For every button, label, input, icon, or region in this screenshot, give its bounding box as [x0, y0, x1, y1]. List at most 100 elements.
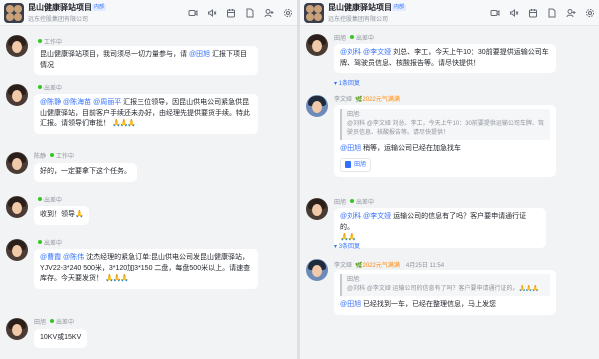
message-meta: 李文娅 🌿2022元气满满 4月25日 11:54 [334, 260, 444, 269]
clap-emoji: 🙏🙏 [340, 234, 356, 241]
add-member-icon[interactable] [263, 7, 274, 18]
message-bubble[interactable]: @陈静 @陈海苗 @周丽平 汇报三位领导，因昆山供电公司紧急供昆山健康驿站，目前… [34, 94, 258, 134]
message-bubble[interactable]: 田旭: @刘科 @李文娅 刘总、李工，今天上午10：30前要提供运输公司车牌、驾驶… [334, 105, 556, 177]
header-toolbar [489, 7, 595, 18]
clap-emoji: 🙏🙏🙏 [111, 120, 136, 127]
avatar[interactable] [6, 196, 28, 218]
calendar-icon[interactable] [527, 7, 538, 18]
message-text: 昆山健康驿站项目，我司须尽一切力量参与，请 [40, 51, 189, 58]
group-avatar[interactable] [4, 3, 24, 23]
document-icon[interactable] [244, 7, 255, 18]
quote-text: @刘科 @李文娅 刘总、李工，今天上午10：30前要提供运输公司车牌、驾驶员信息… [347, 121, 544, 136]
chat-pane-left[interactable]: 昆山健康驿站项目 内部 远东控股集团有限公司 工作中 昆山健康驿站项目，我司须尽… [0, 0, 297, 359]
thread-replies-link[interactable]: ▾ 1条回复 [334, 78, 360, 87]
chat-header: 昆山健康驿站项目 内部 远东控股集团有限公司 [0, 0, 297, 26]
video-icon[interactable] [489, 7, 500, 18]
add-member-icon[interactable] [565, 7, 576, 18]
avatar[interactable] [6, 152, 28, 174]
avatar[interactable] [306, 95, 328, 117]
mention[interactable]: @刘科 @李文娅 [340, 213, 391, 220]
user-status: 出差中 [44, 198, 63, 204]
mention[interactable]: @田旭 [340, 145, 361, 152]
avatar[interactable] [6, 35, 28, 57]
clap-emoji: 🙏🙏🙏 [104, 275, 129, 282]
thread-count: 3条回复 [338, 244, 361, 250]
group-org: 远东控股集团有限公司 [28, 17, 89, 23]
message-meta: 出差中 [34, 83, 62, 92]
chat-header: 昆山健康驿站项目 内部 远东控股集团有限公司 [300, 0, 599, 26]
message-meta: 陈静 工作中 [34, 151, 74, 160]
sender-name[interactable]: 田旭 [34, 320, 46, 326]
message-text: 好的，一定要拿下这个任务。 [40, 168, 131, 175]
message-meta: 田旭 出差中 [334, 33, 374, 42]
message-bubble[interactable]: 10KV或15KV [34, 329, 88, 348]
avatar[interactable] [6, 318, 28, 340]
settings-icon[interactable] [282, 7, 293, 18]
message-meta: 出差中 [34, 238, 62, 247]
thread-replies-link[interactable]: ▾ 3条回复 [334, 241, 360, 250]
avatar[interactable] [306, 259, 328, 281]
avatar[interactable] [306, 198, 328, 220]
sender-name[interactable]: 李文娅 [334, 97, 352, 103]
header-toolbar [187, 7, 293, 18]
mention[interactable]: @田旭 [189, 51, 210, 58]
group-title[interactable]: 昆山健康驿站项目 [28, 2, 92, 13]
quote-text: @刘科 @李文娅 运输公司的信息有了吗？客户要申请通行证的。 [347, 286, 519, 292]
mention[interactable]: @田旭 [340, 301, 361, 308]
thread-count: 1条回复 [338, 81, 361, 87]
user-status: 出差中 [356, 36, 375, 42]
quote-sender: 田旭: [347, 112, 361, 118]
message-bubble[interactable]: @曹霞 @陈伟 沈杰经理的紧急订单:昆山供电公司发昆山健康驿站，YJV22-3*… [34, 249, 258, 289]
internal-tag: 内部 [392, 4, 407, 11]
calendar-icon[interactable] [225, 7, 236, 18]
message-meta: 工作中 [34, 37, 62, 46]
screen: 昆山健康驿站项目 内部 远东控股集团有限公司 工作中 昆山健康驿站项目，我司须尽… [0, 0, 599, 359]
internal-tag: 内部 [92, 4, 107, 11]
mention[interactable]: @曹霞 @陈伟 [40, 254, 84, 261]
avatar[interactable] [6, 239, 28, 261]
sender-name[interactable]: 李文娅 [334, 263, 352, 269]
status-badge: 🌿2022元气满满 [355, 97, 400, 103]
message-bubble[interactable]: 收到！领导🙏 [34, 206, 89, 225]
user-status: 出差中 [44, 241, 63, 247]
timestamp: 4月25日 11:54 [405, 263, 445, 269]
quoted-message[interactable]: 田旭: @刘科 @李文娅 运输公司的信息有了吗？客户要申请通行证的。🙏🙏🙏 [340, 274, 550, 296]
message-text: 稍等，运输公司已经在加急找车 [361, 145, 462, 152]
sender-name[interactable]: 陈静 [34, 154, 46, 160]
message-bubble[interactable]: @刘科 @李文娅 刘总、李工，今天上午10：30前要提供运输公司车牌、驾驶员信息… [334, 44, 556, 73]
quoted-message[interactable]: 田旭: @刘科 @李文娅 刘总、李工，今天上午10：30前要提供运输公司车牌、驾驶… [340, 109, 550, 140]
group-avatar[interactable] [304, 3, 324, 23]
clap-emoji: 🙏 [75, 211, 84, 218]
status-badge: 🌿2022元气满满 [355, 263, 400, 269]
quote-sender: 田旭: [347, 277, 361, 283]
message-bubble[interactable]: 昆山健康驿站项目，我司须尽一切力量参与，请 @田旭 汇报下项目情况 [34, 46, 258, 75]
doc-link[interactable]: 田旭 [340, 157, 372, 172]
message-meta: 出差中 [34, 195, 62, 204]
sender-name[interactable]: 田旭 [334, 200, 346, 206]
avatar[interactable] [306, 34, 328, 56]
message-meta: 李文娅 🌿2022元气满满 [334, 94, 400, 103]
message-text: 收到！领导 [40, 211, 75, 218]
mute-icon[interactable] [508, 7, 519, 18]
user-status: 出差中 [56, 320, 75, 326]
message-text: 已经找到一车，已经在整理信息，马上发您 [361, 301, 497, 308]
settings-icon[interactable] [584, 7, 595, 18]
chat-pane-right[interactable]: 昆山健康驿站项目 内部 远东控股集团有限公司 田旭 出差中 @刘科 @李文娅 刘总… [300, 0, 599, 359]
mention[interactable]: @刘科 @李文娅 [340, 49, 391, 56]
message-bubble[interactable]: @刘科 @李文娅 运输公司的信息有了吗？客户要申请通行证的。 🙏🙏 [334, 208, 546, 248]
user-status: 工作中 [56, 154, 75, 160]
document-icon[interactable] [546, 7, 557, 18]
user-status: 出差中 [44, 86, 63, 92]
avatar[interactable] [6, 84, 28, 106]
video-icon[interactable] [187, 7, 198, 18]
group-title[interactable]: 昆山健康驿站项目 [328, 2, 392, 13]
message-meta: 田旭 出差中 [34, 317, 74, 326]
mention[interactable]: @陈静 @陈海苗 @周丽平 [40, 99, 121, 106]
group-org: 远东控股集团有限公司 [328, 17, 389, 23]
file-icon [345, 161, 351, 169]
message-bubble[interactable]: 田旭: @刘科 @李文娅 运输公司的信息有了吗？客户要申请通行证的。🙏🙏🙏 @田旭… [334, 270, 556, 315]
mute-icon[interactable] [206, 7, 217, 18]
message-bubble[interactable]: 好的，一定要拿下这个任务。 [34, 163, 137, 182]
sender-name[interactable]: 田旭 [334, 36, 346, 42]
user-status: 出差中 [356, 200, 375, 206]
